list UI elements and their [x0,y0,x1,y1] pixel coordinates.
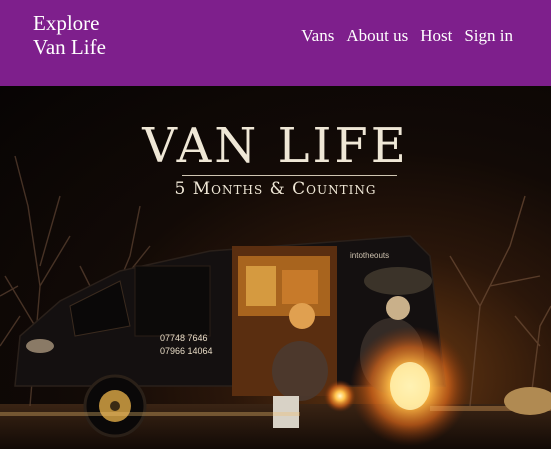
site-header: Explore Van Life Vans About us Host Sign… [0,0,551,86]
van-phone-1: 07748 7646 [160,333,208,343]
van-phone-2: 07966 14064 [160,346,213,356]
nav-link-about-us[interactable]: About us [346,26,408,46]
campfire [390,362,430,410]
hero-title: VAN LIFE [142,118,409,174]
hero-subtitle: 5 Months & Counting [174,179,377,199]
brand-line-2: Van Life [33,35,106,59]
brand-line-1: Explore [33,11,100,35]
brand-logo-link[interactable]: Explore Van Life [33,11,106,59]
nav-link-sign-in[interactable]: Sign in [464,26,513,46]
main-nav: Vans About us Host Sign in [289,26,513,46]
hero-image: 07748 7646 07966 14064 intotheouts VAN L… [0,86,551,449]
hero-divider [182,175,397,176]
nav-link-vans[interactable]: Vans [301,26,334,46]
lantern [324,380,356,412]
van-side-text: intotheouts [350,251,389,260]
nav-link-host[interactable]: Host [420,26,452,46]
